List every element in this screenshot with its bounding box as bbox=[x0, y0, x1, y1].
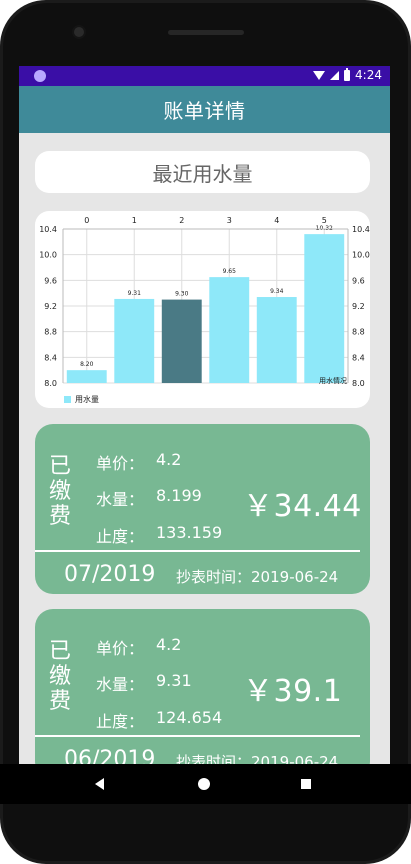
x-tick-label: 4 bbox=[274, 216, 279, 225]
reading-value: 124.654 bbox=[156, 708, 223, 727]
wifi-icon bbox=[313, 70, 326, 80]
chart-description: 用水情况 bbox=[319, 376, 347, 385]
unit-price-value: 4.2 bbox=[156, 450, 182, 469]
y-tick-label-right: 8.0 bbox=[352, 379, 365, 388]
y-tick-label-right: 9.2 bbox=[352, 302, 365, 311]
bill-amount: ￥39.1 bbox=[243, 674, 343, 709]
reading-value: 133.159 bbox=[156, 523, 223, 542]
system-nav-bar bbox=[0, 764, 411, 804]
app-title-bar: 账单详情 bbox=[19, 86, 390, 133]
y-tick-label-left: 8.0 bbox=[44, 379, 57, 388]
bar[interactable] bbox=[209, 277, 250, 383]
usage-chart: 8.209.31 9.309.659.3410.32 8.0 8.08.4 8.48.… bbox=[39, 216, 370, 404]
front-camera bbox=[74, 27, 84, 37]
y-tick-label-left: 9.6 bbox=[44, 276, 57, 285]
bar[interactable] bbox=[66, 370, 107, 383]
bar[interactable] bbox=[304, 234, 345, 383]
status-icons: 4:24 bbox=[313, 67, 382, 82]
water-value: 9.31 bbox=[156, 671, 192, 690]
bar-value-label: 9.31 bbox=[128, 290, 142, 297]
read-time-value: 2019-06-24 bbox=[251, 568, 339, 586]
bar-value-label: 9.34 bbox=[270, 288, 284, 295]
water-value: 8.199 bbox=[156, 486, 202, 505]
reading-label: 止度： bbox=[96, 712, 145, 731]
bill-card[interactable]: 已缴费 单价： 4.2 水量： 8.199 止度： 133.159 ￥34.44… bbox=[35, 424, 370, 594]
water-label: 水量： bbox=[96, 490, 145, 509]
read-time-value: 2019-06-24 bbox=[251, 753, 339, 764]
read-time-label: 抄表时间： bbox=[176, 753, 252, 764]
speaker-grille bbox=[168, 30, 244, 35]
y-tick-label-right: 10.0 bbox=[352, 251, 370, 260]
unit-price-value: 4.2 bbox=[156, 635, 182, 654]
recent-apps-icon[interactable] bbox=[301, 779, 311, 789]
legend-label: 用水量 bbox=[75, 394, 99, 404]
y-tick-label-left: 8.4 bbox=[44, 353, 57, 362]
payment-status: 已缴费 bbox=[48, 454, 71, 529]
read-time-label: 抄表时间： bbox=[176, 568, 252, 586]
bar[interactable] bbox=[114, 298, 155, 383]
chart-bars bbox=[66, 234, 345, 383]
page-title: 账单详情 bbox=[163, 99, 246, 123]
reading-label: 止度： bbox=[96, 527, 145, 546]
unit-price-label: 单价： bbox=[96, 454, 145, 473]
app-screen: 4:24 账单详情 最近用水量 8.20 9.31 9.30 9.65 9.34 10.3… bbox=[19, 66, 390, 764]
bar-value-label: 8.20 bbox=[80, 361, 94, 368]
water-label: 水量： bbox=[96, 675, 145, 694]
unit-price-label: 单价： bbox=[96, 639, 145, 658]
x-tick-label: 5 bbox=[322, 216, 327, 225]
x-tick-label: 1 bbox=[132, 216, 137, 225]
y-tick-label-right: 8.4 bbox=[352, 353, 365, 362]
bar-value-label: 9.30 bbox=[175, 291, 189, 298]
recent-usage-label: 最近用水量 bbox=[152, 161, 253, 186]
bill-month: 07/2019 bbox=[64, 562, 156, 587]
bill-month: 06/2019 bbox=[64, 747, 156, 764]
y-tick-label-left: 9.2 bbox=[44, 302, 57, 311]
x-tick-label: 0 bbox=[84, 216, 89, 225]
recent-usage-button[interactable]: 最近用水量 bbox=[35, 151, 370, 193]
status-time: 4:24 bbox=[355, 68, 382, 82]
y-tick-label-left: 8.8 bbox=[44, 328, 57, 337]
signal-icon bbox=[330, 70, 340, 80]
back-icon[interactable] bbox=[95, 778, 104, 790]
x-tick-label: 2 bbox=[179, 216, 184, 225]
bar[interactable] bbox=[256, 297, 297, 383]
bill-amount: ￥34.44 bbox=[243, 489, 362, 524]
legend-swatch bbox=[64, 396, 71, 403]
read-time: 抄表时间：2019-06-24 bbox=[176, 566, 338, 587]
payment-status: 已缴费 bbox=[48, 639, 71, 714]
phone-frame: 4:24 账单详情 最近用水量 8.20 9.31 9.30 9.65 9.34 10.3… bbox=[0, 0, 411, 864]
y-tick-label-right: 10.4 bbox=[352, 225, 370, 234]
read-time: 抄表时间：2019-06-24 bbox=[176, 751, 338, 764]
bill-divider bbox=[35, 735, 360, 737]
x-tick-label: 3 bbox=[227, 216, 232, 225]
bar[interactable] bbox=[161, 299, 202, 383]
usage-chart-card: 8.20 9.31 9.30 9.65 9.34 10.32 8.0 8.0 8.4 8.4 8.… bbox=[35, 211, 370, 408]
status-bar: 4:24 bbox=[19, 66, 390, 86]
y-tick-label-right: 8.8 bbox=[352, 328, 365, 337]
battery-icon bbox=[344, 67, 351, 81]
notification-icon bbox=[34, 70, 46, 82]
y-tick-label-left: 10.0 bbox=[39, 251, 57, 260]
y-tick-label-right: 9.6 bbox=[352, 276, 365, 285]
bill-card[interactable]: 已缴费 单价： 4.2 水量： 9.31 止度： 124.654 ￥39.1 0… bbox=[35, 609, 370, 764]
bill-divider bbox=[35, 550, 360, 552]
home-icon[interactable] bbox=[198, 778, 210, 790]
bar-value-label: 9.65 bbox=[223, 268, 237, 275]
y-tick-label-left: 10.4 bbox=[39, 225, 57, 234]
